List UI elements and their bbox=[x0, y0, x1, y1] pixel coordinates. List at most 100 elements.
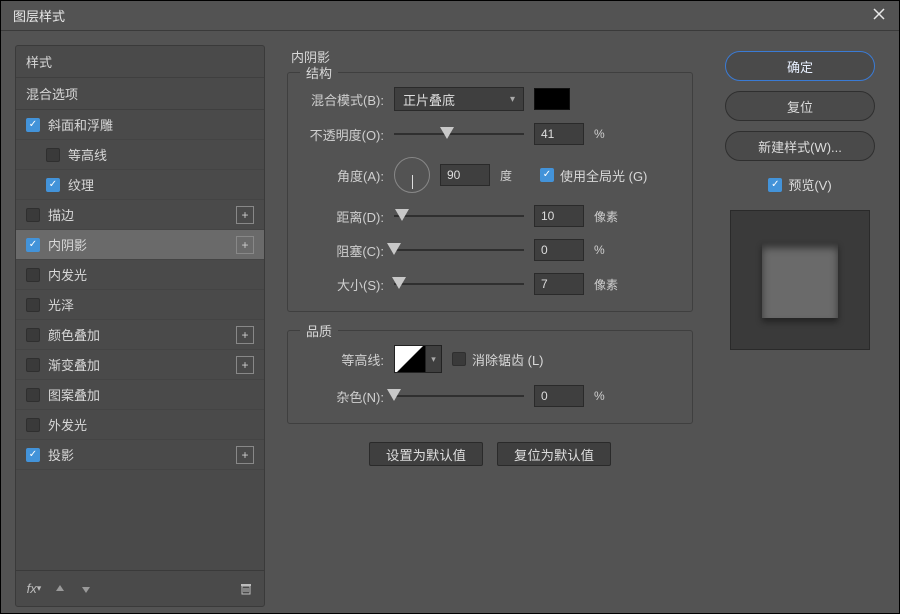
effect-checkbox[interactable] bbox=[26, 358, 40, 372]
reset-default-button[interactable]: 复位为默认值 bbox=[497, 442, 611, 466]
angle-unit: 度 bbox=[500, 167, 530, 184]
effect-checkbox[interactable] bbox=[26, 388, 40, 402]
panel-title: 内阴影 bbox=[291, 47, 693, 66]
effect-checkbox[interactable] bbox=[26, 448, 40, 462]
set-default-button[interactable]: 设置为默认值 bbox=[369, 442, 483, 466]
global-light-label: 使用全局光 (G) bbox=[560, 166, 647, 185]
ok-button[interactable]: 确定 bbox=[725, 51, 875, 81]
opacity-unit: % bbox=[594, 127, 624, 141]
effect-checkbox[interactable] bbox=[26, 418, 40, 432]
opacity-input[interactable] bbox=[534, 123, 584, 145]
effect-label: 描边 bbox=[48, 205, 74, 224]
noise-label: 杂色(N): bbox=[304, 387, 384, 406]
effect-item[interactable]: 纹理 bbox=[16, 170, 264, 200]
effect-label: 内发光 bbox=[48, 265, 87, 284]
shadow-color-swatch[interactable] bbox=[534, 88, 570, 110]
move-down-icon[interactable] bbox=[78, 581, 94, 597]
checkbox-icon bbox=[452, 352, 466, 366]
checkbox-icon bbox=[768, 178, 782, 192]
antialias-checkbox[interactable]: 消除锯齿 (L) bbox=[452, 350, 544, 369]
effect-label: 颜色叠加 bbox=[48, 325, 100, 344]
effect-item[interactable]: 光泽 bbox=[16, 290, 264, 320]
effects-list-panel: 样式 混合选项 斜面和浮雕等高线纹理描边+内阴影+内发光光泽颜色叠加+渐变叠加+… bbox=[15, 45, 265, 607]
dialog-body: 样式 混合选项 斜面和浮雕等高线纹理描边+内阴影+内发光光泽颜色叠加+渐变叠加+… bbox=[1, 31, 899, 613]
add-effect-icon[interactable]: + bbox=[236, 356, 254, 374]
effect-item[interactable]: 渐变叠加 + bbox=[16, 350, 264, 380]
effect-label: 投影 bbox=[48, 445, 74, 464]
action-panel: 确定 复位 新建样式(W)... 预览(V) bbox=[715, 45, 885, 607]
new-style-button[interactable]: 新建样式(W)... bbox=[725, 131, 875, 161]
add-effect-icon[interactable]: + bbox=[236, 446, 254, 464]
effect-item[interactable]: 内阴影+ bbox=[16, 230, 264, 260]
choke-slider[interactable] bbox=[394, 241, 524, 259]
distance-input[interactable] bbox=[534, 205, 584, 227]
styles-header[interactable]: 样式 bbox=[16, 46, 264, 78]
contour-dropdown[interactable]: ▾ bbox=[426, 345, 442, 373]
distance-unit: 像素 bbox=[594, 208, 624, 225]
effect-label: 外发光 bbox=[48, 415, 87, 434]
blend-mode-value: 正片叠底 bbox=[403, 90, 455, 109]
blend-mode-label: 混合模式(B): bbox=[304, 90, 384, 109]
titlebar: 图层样式 bbox=[1, 1, 899, 31]
contour-picker[interactable] bbox=[394, 345, 426, 373]
structure-group: 结构 混合模式(B): 正片叠底 ▾ 不透明度(O): % 角度( bbox=[287, 72, 693, 312]
add-effect-icon[interactable]: + bbox=[236, 236, 254, 254]
contour-label: 等高线: bbox=[304, 350, 384, 369]
preview-area bbox=[730, 210, 870, 350]
effects-list-footer: fx▾ bbox=[16, 570, 264, 606]
choke-label: 阻塞(C): bbox=[304, 241, 384, 260]
effect-checkbox[interactable] bbox=[26, 298, 40, 312]
cancel-button[interactable]: 复位 bbox=[725, 91, 875, 121]
angle-label: 角度(A): bbox=[304, 166, 384, 185]
effect-item[interactable]: 图案叠加 bbox=[16, 380, 264, 410]
effect-label: 图案叠加 bbox=[48, 385, 100, 404]
effect-checkbox[interactable] bbox=[26, 268, 40, 282]
effects-list: 样式 混合选项 斜面和浮雕等高线纹理描边+内阴影+内发光光泽颜色叠加+渐变叠加+… bbox=[16, 46, 264, 570]
noise-slider[interactable] bbox=[394, 387, 524, 405]
size-input[interactable] bbox=[534, 273, 584, 295]
angle-input[interactable] bbox=[440, 164, 490, 186]
effect-checkbox[interactable] bbox=[26, 328, 40, 342]
preview-checkbox[interactable]: 预览(V) bbox=[768, 175, 831, 194]
close-button[interactable] bbox=[859, 1, 899, 31]
distance-slider[interactable] bbox=[394, 207, 524, 225]
effect-item[interactable]: 描边 + bbox=[16, 200, 264, 230]
size-slider[interactable] bbox=[394, 275, 524, 293]
effect-item[interactable]: 内发光 bbox=[16, 260, 264, 290]
effect-item[interactable]: 斜面和浮雕 bbox=[16, 110, 264, 140]
size-label: 大小(S): bbox=[304, 275, 384, 294]
size-unit: 像素 bbox=[594, 276, 624, 293]
effect-checkbox[interactable] bbox=[46, 148, 60, 162]
checkbox-icon bbox=[540, 168, 554, 182]
global-light-checkbox[interactable]: 使用全局光 (G) bbox=[540, 166, 647, 185]
trash-icon[interactable] bbox=[238, 581, 254, 597]
chevron-down-icon: ▾ bbox=[510, 94, 515, 105]
effect-item[interactable]: 投影 + bbox=[16, 440, 264, 470]
noise-input[interactable] bbox=[534, 385, 584, 407]
effect-item[interactable]: 颜色叠加 + bbox=[16, 320, 264, 350]
preview-box bbox=[730, 210, 870, 350]
blend-mode-select[interactable]: 正片叠底 ▾ bbox=[394, 87, 524, 111]
preview-swatch bbox=[762, 242, 838, 318]
effect-checkbox[interactable] bbox=[46, 178, 60, 192]
effect-item[interactable]: 外发光 bbox=[16, 410, 264, 440]
choke-input[interactable] bbox=[534, 239, 584, 261]
effect-label: 渐变叠加 bbox=[48, 355, 100, 374]
effect-label: 光泽 bbox=[48, 295, 74, 314]
effect-item[interactable]: 等高线 bbox=[16, 140, 264, 170]
effect-label: 等高线 bbox=[68, 145, 107, 164]
angle-dial[interactable] bbox=[394, 157, 430, 193]
fx-icon[interactable]: fx▾ bbox=[26, 581, 42, 597]
effect-checkbox[interactable] bbox=[26, 208, 40, 222]
add-effect-icon[interactable]: + bbox=[236, 206, 254, 224]
effect-label: 纹理 bbox=[68, 175, 94, 194]
effect-checkbox[interactable] bbox=[26, 118, 40, 132]
effect-label: 斜面和浮雕 bbox=[48, 115, 113, 134]
move-up-icon[interactable] bbox=[52, 581, 68, 597]
blend-options-header[interactable]: 混合选项 bbox=[16, 78, 264, 110]
quality-legend: 品质 bbox=[300, 321, 338, 340]
add-effect-icon[interactable]: + bbox=[236, 326, 254, 344]
dialog-title: 图层样式 bbox=[13, 6, 65, 25]
effect-checkbox[interactable] bbox=[26, 238, 40, 252]
opacity-slider[interactable] bbox=[394, 125, 524, 143]
